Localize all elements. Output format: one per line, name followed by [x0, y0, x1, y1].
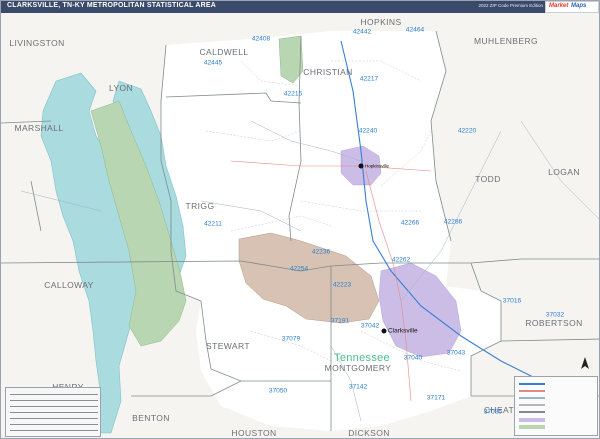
- county-label-hopkins: HOPKINS: [360, 17, 402, 27]
- state-label-tennessee: Tennessee: [334, 352, 390, 364]
- legend-county-boundary-swatch: [519, 411, 545, 413]
- legend-forest-swatch: [519, 425, 545, 429]
- city-marker-hopkinsville[interactable]: [358, 163, 364, 169]
- legend-row: [10, 400, 98, 401]
- zip-label-42262: 42262: [391, 256, 411, 264]
- zip-label-42220: 42220: [457, 127, 477, 135]
- county-label-robertson: ROBERTSON: [525, 318, 583, 328]
- zip-label-42240: 42240: [358, 127, 378, 135]
- legend-state-route-swatch: [519, 397, 545, 399]
- county-label-lyon: LYON: [108, 83, 134, 93]
- legend-row: [10, 430, 98, 431]
- city-label-clarksville: Clarksville: [388, 327, 418, 335]
- map-legend: [514, 376, 598, 436]
- zip-label-37043: 37043: [446, 349, 466, 357]
- county-label-livingston: LIVINGSTON: [9, 38, 65, 48]
- zip-label-42286: 42286: [443, 218, 463, 226]
- county-label-calloway: CALLOWAY: [44, 280, 94, 290]
- zip-label-37171: 37171: [426, 394, 446, 402]
- zip-label-37040: 37040: [403, 354, 423, 362]
- city-marker-clarksville[interactable]: [381, 328, 387, 334]
- zip-label-42442: 42442: [352, 28, 372, 36]
- zip-label-37016: 37016: [502, 297, 522, 305]
- legend-interstate-swatch: [519, 383, 545, 385]
- legend-us-highway-swatch: [519, 390, 545, 392]
- legend-row: [10, 412, 98, 413]
- zip-label-37079: 37079: [281, 335, 301, 343]
- edition-label: 2022 ZIP Code Premium Edition: [478, 3, 543, 8]
- title-bar: CLARKSVILLE, TN-KY METROPOLITAN STATISTI…: [1, 1, 599, 13]
- zip-label-42236: 42236: [311, 248, 331, 256]
- county-label-benton: BENTON: [132, 413, 170, 423]
- zip-label-42217: 42217: [359, 75, 379, 83]
- north-arrow-icon: [581, 357, 589, 369]
- county-label-muhlenberg: MUHLENBERG: [474, 36, 538, 46]
- county-label-todd: TODD: [475, 174, 501, 184]
- zip-label-42266: 42266: [400, 219, 420, 227]
- zip-legend-table: [5, 387, 101, 437]
- county-label-caldwell: CALDWELL: [199, 47, 249, 57]
- legend-zip-boundary-swatch: [519, 404, 545, 406]
- zip-label-37050: 37050: [268, 387, 288, 395]
- legend-urban-swatch: [519, 418, 545, 422]
- county-label-logan: LOGAN: [548, 167, 580, 177]
- zip-label-42408: 42408: [251, 35, 271, 43]
- city-label-hopkinsville: Hopkinsville: [365, 163, 390, 169]
- zip-label-42223: 42223: [332, 281, 352, 289]
- zip-label-37142: 37142: [348, 383, 368, 391]
- zip-label-37191: 37191: [330, 317, 350, 325]
- zip-label-42254: 42254: [289, 265, 309, 273]
- map-frame: CLARKSVILLE, TN-KY METROPOLITAN STATISTI…: [0, 0, 600, 439]
- county-label-trigg: TRIGG: [185, 201, 215, 211]
- zip-label-37032: 37032: [545, 311, 565, 319]
- county-label-montgomery: MONTGOMERY: [324, 363, 392, 373]
- zip-label-42445: 42445: [203, 59, 223, 67]
- brand-name-part2: Maps: [571, 3, 587, 9]
- zip-label-42211: 42211: [204, 220, 222, 228]
- zip-label-37035: 37035: [483, 408, 503, 416]
- county-label-houston: HOUSTON: [231, 428, 277, 438]
- county-label-christian: CHRISTIAN: [303, 67, 353, 77]
- zip-label-42215: 42215: [283, 90, 303, 98]
- brand-logo[interactable]: Market Maps: [545, 1, 599, 13]
- legend-row: [10, 424, 98, 425]
- county-label-stewart: STEWART: [206, 341, 250, 351]
- legend-row: [10, 406, 98, 407]
- zip-label-42464: 42464: [405, 26, 425, 34]
- county-label-dickson: DICKSON: [348, 428, 390, 438]
- brand-name-part1: Market: [549, 3, 569, 9]
- legend-row: [10, 418, 98, 419]
- zip-label-37042: 37042: [360, 322, 380, 330]
- map-title: CLARKSVILLE, TN-KY METROPOLITAN STATISTI…: [7, 2, 216, 9]
- legend-row: [10, 394, 98, 395]
- county-label-marshall: MARSHALL: [14, 123, 64, 133]
- map-canvas: [1, 1, 599, 438]
